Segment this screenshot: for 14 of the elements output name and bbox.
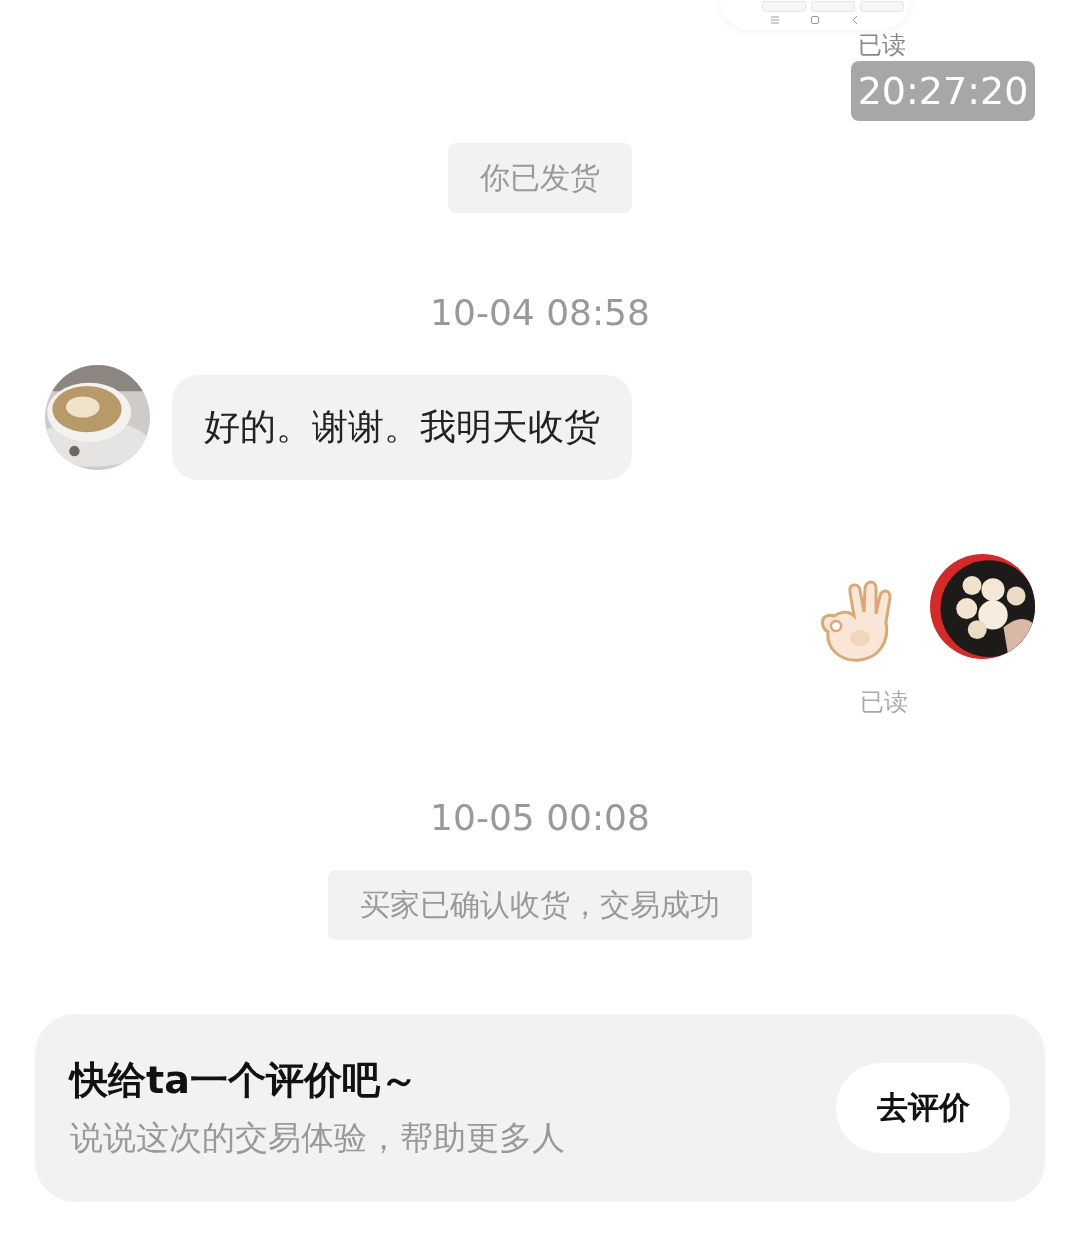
review-title: 快给ta一个评价吧～: [70, 1057, 419, 1104]
review-button[interactable]: 去评价: [836, 1063, 1010, 1153]
read-receipt: 已读: [858, 31, 906, 60]
system-notice: 你已发货: [448, 143, 632, 213]
menu-icon: [770, 15, 780, 25]
timestamp: 10-04 08:58: [430, 291, 650, 335]
time-badge: 20:27:20: [851, 61, 1035, 121]
square-icon: [810, 15, 820, 25]
back-icon: [850, 15, 860, 25]
timestamp: 10-05 00:08: [430, 796, 650, 840]
review-subtitle: 说说这次的交易体验，帮助更多人: [70, 1117, 565, 1159]
system-notice: 买家已确认收货，交易成功: [328, 870, 752, 940]
read-receipt: 已读: [860, 687, 908, 718]
message-bubble: 好的。谢谢。我明天收货: [172, 375, 632, 480]
